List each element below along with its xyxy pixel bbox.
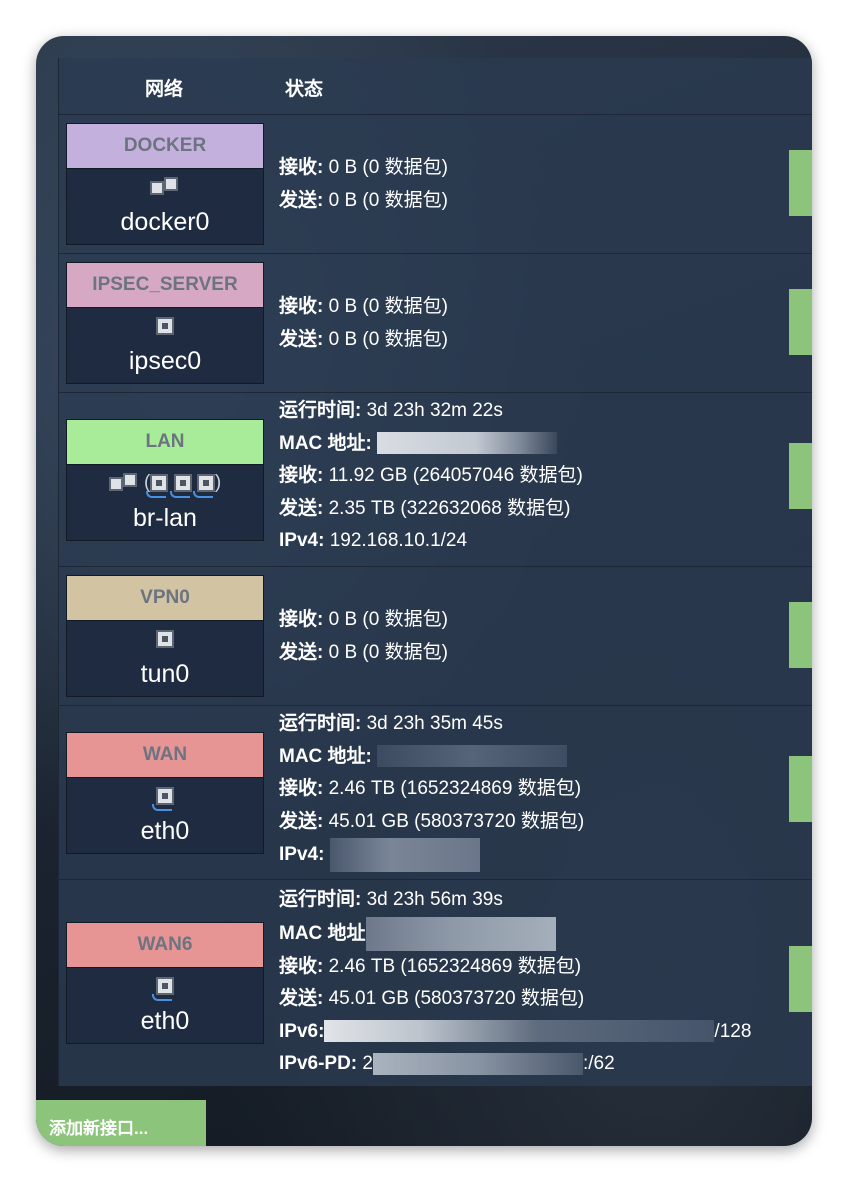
mac-redacted (377, 432, 558, 455)
uptime-value: 3d 23h 32m 22s (366, 400, 503, 421)
bridge-icon (67, 176, 263, 202)
status-bar (789, 602, 812, 668)
rx-label: 接收: (279, 609, 324, 630)
tx-value: 45.01 GB (580373720 数据包) (328, 810, 585, 832)
ipv6pd-label: IPv6-PD: (279, 1053, 358, 1074)
interface-badge[interactable]: DOCKER docker0 (66, 123, 264, 245)
interface-row-docker: DOCKER docker0 接收: 0 B (0 数据包) 发送: 0 B (… (59, 115, 812, 254)
rx-label: 接收: (279, 465, 324, 486)
interface-status: 运行时间: 3d 23h 35m 45s MAC 地址: 接收: 2.46 TB… (279, 708, 584, 872)
ethernet-port-icon (67, 315, 263, 341)
bridge-with-ports-icon: ( ) (67, 472, 263, 498)
mac-redacted (365, 916, 556, 951)
status-bar (789, 756, 812, 822)
interface-status: 接收: 0 B (0 数据包) 发送: 0 B (0 数据包) (279, 604, 448, 669)
zone-label: DOCKER (67, 124, 263, 169)
rx-value: 0 B (0 数据包) (328, 157, 448, 178)
uptime-label: 运行时间: (279, 400, 362, 421)
ethernet-plugged-icon (67, 785, 263, 811)
zone-label: LAN (67, 420, 263, 465)
interface-status: 接收: 0 B (0 数据包) 发送: 0 B (0 数据包) (279, 291, 448, 356)
tx-value: 0 B (0 数据包) (328, 189, 448, 211)
rx-value: 2.46 TB (1652324869 数据包) (328, 778, 582, 799)
mac-label: MAC 地址 (279, 922, 366, 944)
luci-window: 网络 状态 DOCKER docker0 接收: 0 B (0 数据包) 发送:… (36, 36, 812, 1146)
tx-value: 0 B (0 数据包) (328, 641, 448, 663)
ipv6-label: IPv6: (279, 1020, 325, 1042)
rx-value: 0 B (0 数据包) (328, 609, 448, 630)
column-header-network: 网络 (145, 79, 184, 100)
device-name: eth0 (140, 817, 190, 845)
uptime-label: 运行时间: (279, 889, 362, 910)
ethernet-port-icon (67, 628, 263, 654)
ethernet-plugged-icon (67, 975, 263, 1001)
ipv6pd-value-start: 2 (362, 1053, 373, 1074)
interface-row-vpn0: VPN0 tun0 接收: 0 B (0 数据包) 发送: 0 B (0 数据包… (59, 567, 812, 706)
mac-redacted (377, 745, 568, 768)
interface-status: 接收: 0 B (0 数据包) 发送: 0 B (0 数据包) (279, 152, 448, 217)
uptime-value: 3d 23h 56m 39s (366, 889, 503, 910)
rx-label: 接收: (279, 778, 324, 799)
interface-row-wan6: WAN6 eth0 运行时间: 3d 23h 56m 39s MAC 地址 接收… (59, 880, 812, 1086)
interface-badge[interactable]: LAN ( ) br-lan (66, 419, 264, 541)
rx-value: 0 B (0 数据包) (328, 296, 448, 317)
status-bar (789, 946, 812, 1012)
interface-row-wan: WAN eth0 运行时间: 3d 23h 35m 45s MAC 地址: 接收… (59, 706, 812, 880)
zone-label: WAN6 (67, 923, 263, 968)
tx-label: 发送: (279, 328, 324, 350)
interface-badge[interactable]: WAN eth0 (66, 732, 264, 854)
ipv6pd-value-end: :/62 (583, 1053, 615, 1074)
tx-value: 0 B (0 数据包) (328, 328, 448, 350)
tx-label: 发送: (279, 641, 324, 663)
zone-label: VPN0 (67, 576, 263, 621)
ipv4-redacted (329, 838, 480, 872)
rx-label: 接收: (279, 296, 324, 317)
zone-label: IPSEC_SERVER (67, 263, 263, 308)
mac-label: MAC 地址: (279, 745, 372, 767)
device-name: ipsec0 (128, 347, 202, 375)
table-header: 网络 状态 (59, 58, 812, 115)
tx-label: 发送: (279, 988, 324, 1009)
tx-label: 发送: (279, 810, 324, 832)
status-bar (789, 289, 812, 355)
column-header-status: 状态 (285, 79, 324, 100)
rx-value: 11.92 GB (264057046 数据包) (328, 465, 583, 486)
status-bar (789, 443, 812, 509)
rx-label: 接收: (279, 955, 324, 977)
rx-value: 2.46 TB (1652324869 数据包) (328, 955, 582, 977)
add-interface-button[interactable]: 添加新接口... (36, 1100, 206, 1146)
tx-label: 发送: (279, 189, 324, 211)
interfaces-table: 网络 状态 DOCKER docker0 接收: 0 B (0 数据包) 发送:… (58, 58, 812, 1086)
ipv6pd-redacted (373, 1052, 583, 1075)
status-bar (789, 150, 812, 216)
interface-row-ipsec: IPSEC_SERVER ipsec0 接收: 0 B (0 数据包) 发送: … (59, 254, 812, 393)
device-name: eth0 (140, 1007, 190, 1035)
ipv6-redacted (324, 1020, 715, 1043)
tx-label: 发送: (279, 497, 324, 519)
ipv4-value: 192.168.10.1/24 (329, 530, 468, 551)
interface-status: 运行时间: 3d 23h 32m 22s MAC 地址: 接收: 11.92 G… (279, 395, 583, 558)
tx-value: 2.35 TB (322632068 数据包) (328, 497, 571, 519)
device-name: br-lan (133, 504, 197, 532)
uptime-value: 3d 23h 35m 45s (366, 713, 503, 734)
interface-badge[interactable]: VPN0 tun0 (66, 575, 264, 697)
ipv6-prefix-length: /128 (714, 1020, 752, 1042)
ipv4-label: IPv4: (279, 530, 325, 551)
mac-label: MAC 地址: (279, 432, 372, 454)
device-name: docker0 (120, 208, 210, 236)
interface-row-lan: LAN ( ) br-lan 运行时间: 3d 23h 32m 22s MAC … (59, 393, 812, 567)
zone-label: WAN (67, 733, 263, 778)
interface-status: 运行时间: 3d 23h 56m 39s MAC 地址 接收: 2.46 TB … (279, 884, 751, 1081)
interface-badge[interactable]: WAN6 eth0 (66, 922, 264, 1044)
tx-value: 45.01 GB (580373720 数据包) (328, 988, 585, 1009)
interface-badge[interactable]: IPSEC_SERVER ipsec0 (66, 262, 264, 384)
rx-label: 接收: (279, 157, 324, 178)
uptime-label: 运行时间: (279, 713, 362, 734)
device-name: tun0 (140, 660, 190, 688)
ipv4-label: IPv4: (279, 844, 325, 866)
